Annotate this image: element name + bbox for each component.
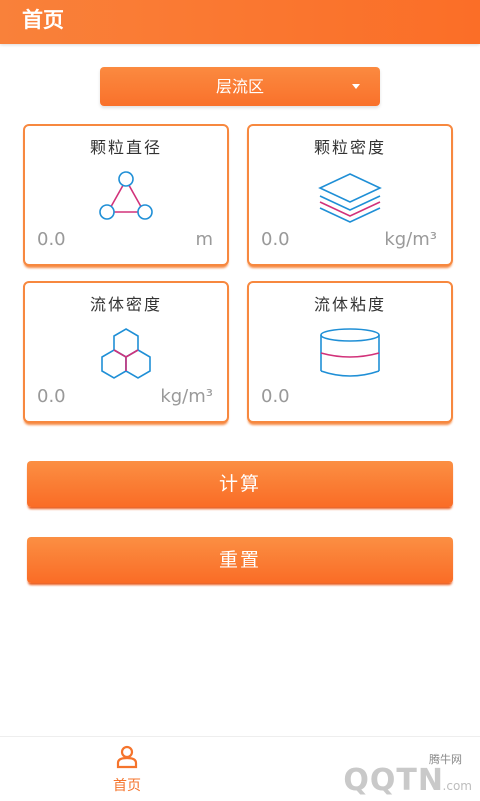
particle-density-unit: kg/m³ xyxy=(384,229,437,250)
nav-tab-home[interactable]: 首页 xyxy=(102,745,152,797)
fluid-viscosity-value[interactable]: 0.0 xyxy=(261,386,290,407)
bottom-navigation: 首页 腾牛网 QQTN .com xyxy=(0,736,480,801)
reset-button[interactable]: 重置 xyxy=(27,537,453,583)
page-title: 首页 xyxy=(22,8,64,32)
top-app-bar: 首页 xyxy=(0,0,480,44)
nav-tab-home-label: 首页 xyxy=(113,778,141,794)
hexagon-cluster-icon xyxy=(25,327,227,383)
flow-regime-selected-value: 层流区 xyxy=(215,77,264,96)
user-icon xyxy=(116,745,138,769)
fluid-density-card[interactable]: 流体密度 0.0 kg/m³ xyxy=(23,281,229,423)
particle-diameter-card[interactable]: 颗粒直径 0.0 m xyxy=(23,124,229,266)
watermark-logo: QQTN xyxy=(343,763,444,798)
flow-regime-select[interactable]: 层流区 xyxy=(100,67,380,106)
diameter-unit: m xyxy=(195,229,213,250)
card-title: 颗粒直径 xyxy=(89,138,162,157)
stacked-layers-icon xyxy=(249,170,451,226)
site-watermark: 腾牛网 QQTN .com xyxy=(262,745,472,798)
particle-density-card[interactable]: 颗粒密度 0.0 kg/m³ xyxy=(247,124,453,266)
card-title: 流体密度 xyxy=(89,295,162,314)
fluid-density-value[interactable]: 0.0 xyxy=(37,386,66,407)
fluid-density-unit: kg/m³ xyxy=(160,386,213,407)
diameter-value[interactable]: 0.0 xyxy=(37,229,66,250)
card-title: 颗粒密度 xyxy=(313,138,386,157)
triangle-nodes-icon xyxy=(25,170,227,226)
calculate-button[interactable]: 计算 xyxy=(27,461,453,507)
watermark-suffix: .com xyxy=(442,779,472,793)
cylinder-icon xyxy=(249,327,451,383)
particle-density-value[interactable]: 0.0 xyxy=(261,229,290,250)
caret-down-icon xyxy=(352,84,360,89)
card-title: 流体粘度 xyxy=(313,295,386,314)
fluid-viscosity-card[interactable]: 流体粘度 0.0 xyxy=(247,281,453,423)
